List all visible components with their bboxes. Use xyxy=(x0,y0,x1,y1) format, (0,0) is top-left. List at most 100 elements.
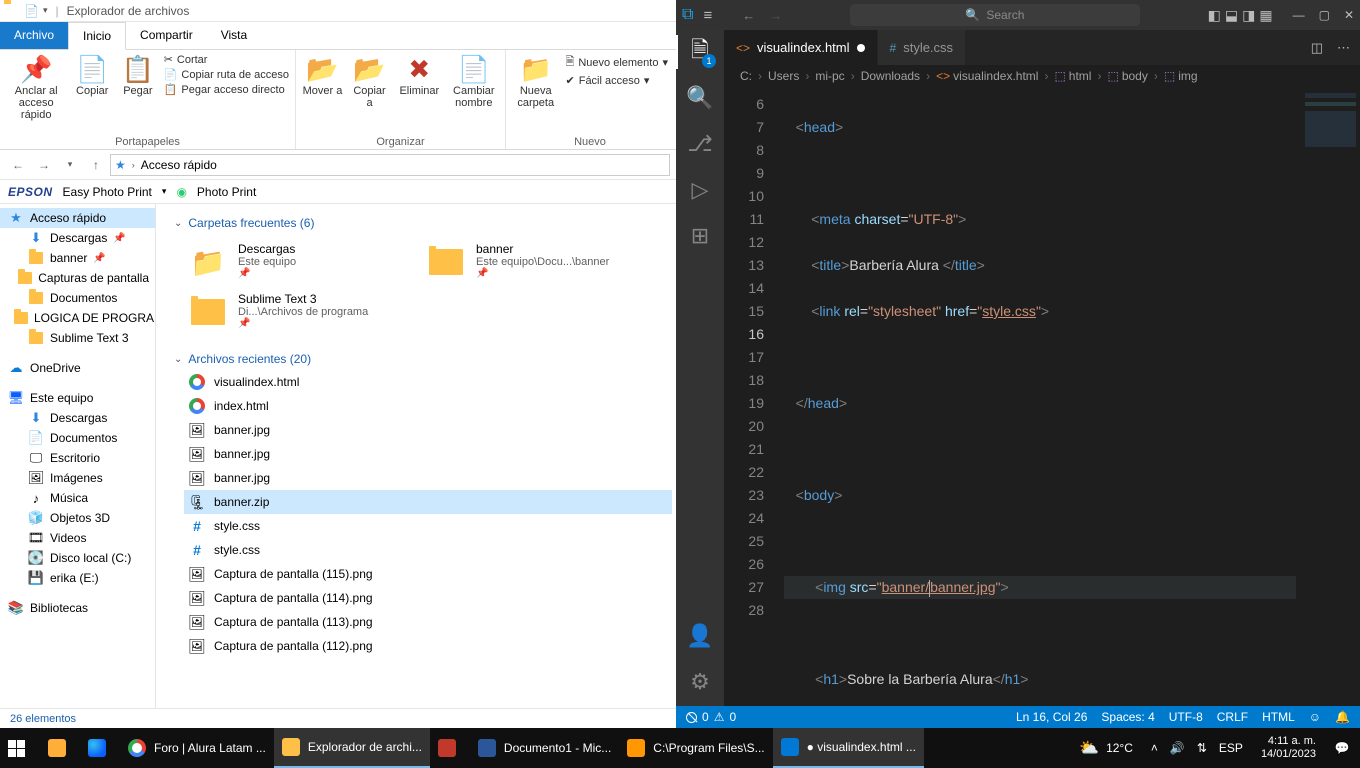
taskbar-button[interactable]: ● visualindex.html ... xyxy=(773,728,924,768)
delete-button[interactable]: ✖Eliminar xyxy=(396,53,443,97)
tree-item[interactable]: ⬇ Descargas 📌 xyxy=(0,228,155,248)
recent-file-row[interactable]: # style.css xyxy=(184,514,672,538)
taskbar-button[interactable]: C:\Program Files\S... xyxy=(619,728,772,768)
account-icon[interactable]: 👤 xyxy=(686,622,714,650)
tree-item[interactable]: Sublime Text 3 xyxy=(0,328,155,348)
layout-right-icon[interactable]: ◨ xyxy=(1242,7,1255,24)
dropdown-icon[interactable]: ▾ xyxy=(162,186,167,197)
breadcrumb[interactable]: C:› Users› mi-pc› Downloads› <> visualin… xyxy=(724,65,1360,87)
tree-quick-access[interactable]: ★ Acceso rápido xyxy=(0,208,155,228)
explorer-titlebar[interactable]: 📄 ▾ | Explorador de archivos xyxy=(0,0,676,22)
more-actions-icon[interactable]: ⋯ xyxy=(1337,40,1350,56)
minimap[interactable] xyxy=(1296,87,1360,706)
split-editor-icon[interactable]: ◫ xyxy=(1311,40,1323,56)
tab-vista[interactable]: Vista xyxy=(207,22,261,49)
tray-chevron-icon[interactable]: ˄ xyxy=(1151,741,1158,755)
rename-button[interactable]: 📄Cambiar nombre xyxy=(449,53,499,109)
frequent-folder-tile[interactable]: 📁 Descargas Este equipo 📌 xyxy=(184,238,414,286)
tree-item[interactable]: 🧊 Objetos 3D xyxy=(0,508,155,528)
new-item-button[interactable]: 🗎Nuevo elemento ▾ xyxy=(566,53,669,72)
tray-speaker-icon[interactable]: 🔊 xyxy=(1170,741,1185,755)
recent-file-row[interactable]: 🖼 Captura de pantalla (115).png xyxy=(184,562,672,586)
nav-back-button[interactable]: ← xyxy=(742,8,755,23)
settings-gear-icon[interactable]: ⚙ xyxy=(686,668,714,696)
tab-stylecss[interactable]: # style.css xyxy=(878,30,967,65)
recent-file-row[interactable]: 🖼 Captura de pantalla (112).png xyxy=(184,634,672,658)
status-position[interactable]: Ln 16, Col 26 xyxy=(1016,710,1087,724)
windows-taskbar[interactable]: Foro | Alura Latam ... Explorador de arc… xyxy=(0,728,1360,768)
maximize-button[interactable]: ▢ xyxy=(1319,8,1330,22)
status-feedback-icon[interactable]: ☺ xyxy=(1309,710,1321,724)
history-dropdown[interactable]: ▾ xyxy=(58,153,82,177)
run-debug-activity-icon[interactable]: ▷ xyxy=(686,176,714,204)
recent-file-row[interactable]: 🖼 banner.jpg xyxy=(184,418,672,442)
breadcrumb-item[interactable]: <> visualindex.html xyxy=(936,69,1038,83)
taskbar-button[interactable] xyxy=(430,728,470,768)
status-encoding[interactable]: UTF-8 xyxy=(1169,710,1203,724)
recent-file-row[interactable]: 🖼 Captura de pantalla (114).png xyxy=(184,586,672,610)
breadcrumb-item[interactable]: ⬚ body xyxy=(1107,69,1147,83)
breadcrumb-item[interactable]: mi-pc xyxy=(815,69,844,83)
system-tray[interactable]: ˄ 🔊 ⇅ ESP xyxy=(1141,741,1253,755)
source-control-activity-icon[interactable]: ⎇ xyxy=(686,130,714,158)
pin-quick-access-button[interactable]: 📌 Anclar al acceso rápido xyxy=(6,53,66,121)
status-notifications-icon[interactable]: 🔔 xyxy=(1335,710,1350,724)
vscode-statusbar[interactable]: 0 ⚠0 Ln 16, Col 26 Spaces: 4 UTF-8 CRLF … xyxy=(676,706,1360,728)
taskbar-clock[interactable]: 4:11 a. m. 14/01/2023 xyxy=(1253,735,1324,761)
copy-path-button[interactable]: 📄Copiar ruta de acceso xyxy=(164,68,289,81)
weather-widget[interactable]: ⛅ 12°C xyxy=(1072,728,1141,768)
taskbar-button[interactable]: Foro | Alura Latam ... xyxy=(120,728,274,768)
tree-item[interactable]: 📄 Documentos xyxy=(0,428,155,448)
status-eol[interactable]: CRLF xyxy=(1217,710,1248,724)
copy-button[interactable]: 📄 Copiar xyxy=(72,53,112,97)
tray-language[interactable]: ESP xyxy=(1219,741,1243,755)
taskbar-button[interactable] xyxy=(40,728,80,768)
up-button[interactable]: ↑ xyxy=(84,153,108,177)
status-spaces[interactable]: Spaces: 4 xyxy=(1101,710,1154,724)
tray-network-icon[interactable]: ⇅ xyxy=(1197,741,1207,755)
recent-file-row[interactable]: visualindex.html xyxy=(184,370,672,394)
tab-compartir[interactable]: Compartir xyxy=(126,22,207,49)
back-button[interactable]: ← xyxy=(6,153,30,177)
status-errors[interactable]: 0 ⚠0 xyxy=(686,710,736,724)
code-content[interactable]: <head> <meta charset="UTF-8"> <title>Bar… xyxy=(780,87,1296,706)
tree-item[interactable]: 💾 erika (E:) xyxy=(0,568,155,588)
layout-left-icon[interactable]: ◧ xyxy=(1208,7,1221,24)
tree-item[interactable]: 💽 Disco local (C:) xyxy=(0,548,155,568)
tree-item[interactable]: 🖵 Escritorio xyxy=(0,448,155,468)
tab-archivo[interactable]: Archivo xyxy=(0,22,68,49)
taskbar-button[interactable] xyxy=(0,728,40,768)
new-folder-button[interactable]: 📁Nueva carpeta xyxy=(512,53,560,109)
breadcrumb-item[interactable]: Downloads xyxy=(861,69,920,83)
tree-this-pc[interactable]: 🖥 Este equipo xyxy=(0,388,155,408)
recent-files-header[interactable]: ⌄ Archivos recientes (20) xyxy=(174,348,672,370)
tree-libraries[interactable]: 📚 Bibliotecas xyxy=(0,598,155,618)
tree-onedrive[interactable]: ☁ OneDrive xyxy=(0,358,155,378)
taskbar-button[interactable] xyxy=(80,728,120,768)
recent-file-row[interactable]: 🖼 banner.jpg xyxy=(184,466,672,490)
forward-button[interactable]: → xyxy=(32,153,56,177)
breadcrumb-item[interactable]: ⬚ img xyxy=(1164,69,1198,83)
tree-item[interactable]: banner 📌 xyxy=(0,248,155,268)
breadcrumb-item[interactable]: Users xyxy=(768,69,799,83)
paste-button[interactable]: 📋 Pegar xyxy=(118,53,158,97)
recent-file-row[interactable]: 🗜 banner.zip xyxy=(184,490,672,514)
menu-button[interactable]: ≡ xyxy=(703,7,712,24)
qat-dropdown-icon[interactable]: ▾ xyxy=(43,5,48,16)
recent-file-row[interactable]: 🖼 Captura de pantalla (113).png xyxy=(184,610,672,634)
code-editor[interactable]: 6789101112131415161718192021222324252627… xyxy=(724,87,1360,706)
tree-item[interactable]: Capturas de pantalla xyxy=(0,268,155,288)
address-bar[interactable]: ★ › Acceso rápido xyxy=(110,154,670,176)
recent-file-row[interactable]: 🖼 banner.jpg xyxy=(184,442,672,466)
taskbar-button[interactable]: Documento1 - Mic... xyxy=(470,728,619,768)
status-language[interactable]: HTML xyxy=(1262,710,1295,724)
search-activity-icon[interactable]: 🔍 xyxy=(686,84,714,112)
tree-item[interactable]: LOGICA DE PROGRAMACION xyxy=(0,308,155,328)
tree-item[interactable]: Documentos xyxy=(0,288,155,308)
close-button[interactable]: ✕ xyxy=(1344,8,1354,22)
breadcrumb-item[interactable]: ⬚ html xyxy=(1054,69,1091,83)
command-center-search[interactable]: 🔍 Search xyxy=(850,4,1140,26)
frequent-folders-header[interactable]: ⌄ Carpetas frecuentes (6) xyxy=(174,212,672,234)
explorer-tree[interactable]: ★ Acceso rápido ⬇ Descargas 📌 banner 📌 C… xyxy=(0,204,156,708)
tab-visualindex[interactable]: <> visualindex.html xyxy=(724,30,878,65)
